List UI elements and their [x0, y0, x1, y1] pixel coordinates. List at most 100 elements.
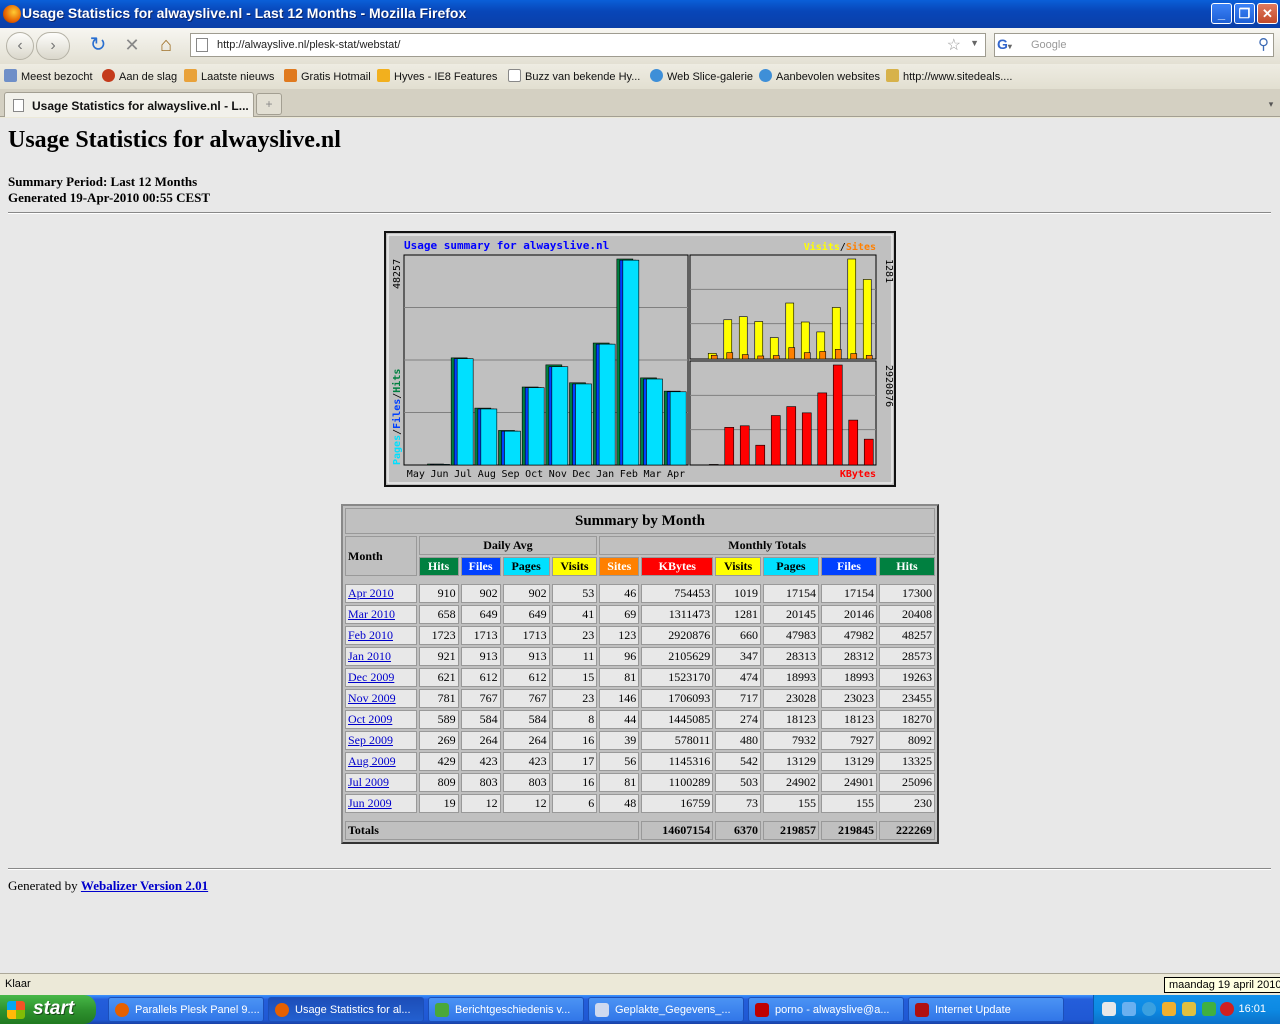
month-link[interactable]: Dec 2009: [348, 670, 394, 684]
new-tab-button[interactable]: +: [256, 93, 282, 115]
bookmark-item[interactable]: Laatste nieuws: [184, 69, 274, 83]
taskbar-item[interactable]: Berichtgeschiedenis v...: [428, 997, 584, 1022]
month-link[interactable]: Jun 2009: [348, 796, 392, 810]
table-cell: 1445085: [641, 710, 714, 729]
url-dropdown-icon[interactable]: ▼: [970, 38, 979, 48]
forward-button[interactable]: ›: [36, 32, 70, 60]
taskbar-item[interactable]: Usage Statistics for al...: [268, 997, 424, 1022]
table-cell: 902: [460, 584, 501, 603]
column-header-hits: Hits: [878, 557, 935, 576]
month-link[interactable]: Apr 2010: [348, 586, 394, 600]
help-icon[interactable]: [1102, 1002, 1116, 1016]
table-cell: 56: [599, 752, 640, 771]
google-search-engine-icon[interactable]: G▾: [997, 36, 1025, 54]
messenger-icon[interactable]: [1142, 1002, 1156, 1016]
table-cell: 23: [551, 626, 598, 645]
bookmark-item[interactable]: Buzz van bekende Hy...: [508, 69, 640, 83]
bookmark-item[interactable]: Aanbevolen websites: [759, 69, 880, 83]
antivirus-icon[interactable]: [1202, 1002, 1216, 1016]
month-link[interactable]: Sep 2009: [348, 733, 393, 747]
month-label: Jun: [430, 469, 448, 480]
bookmark-item[interactable]: Gratis Hotmail: [284, 69, 371, 83]
table-cell: 12: [502, 794, 550, 813]
bottom-right-panel-frame: [689, 360, 877, 466]
month-cell: Apr 2010: [345, 584, 417, 603]
page-icon: [13, 99, 24, 112]
top-right-max-label: 1281: [883, 259, 894, 283]
month-label: Jul: [454, 469, 472, 480]
table-cell: 20145: [762, 605, 819, 624]
table-cell: 913: [460, 647, 501, 666]
table-cell: 13325: [878, 752, 935, 771]
table-cell: 649: [460, 605, 501, 624]
search-bar[interactable]: G▾ Google ⚲: [994, 33, 1274, 57]
bar-pages: [646, 378, 663, 466]
tab-list-button[interactable]: ▾: [1264, 93, 1278, 115]
bookmark-item[interactable]: http://www.sitedeals....: [886, 69, 1012, 83]
table-cell: 18123: [762, 710, 819, 729]
bookmark-item[interactable]: Web Slice-galerie: [650, 69, 753, 83]
month-link[interactable]: Jan 2010: [348, 649, 391, 663]
reload-button[interactable]: ↻: [84, 32, 112, 60]
minimize-button[interactable]: _: [1211, 3, 1232, 24]
search-input[interactable]: Google: [1031, 39, 1066, 51]
table-cell: 717: [715, 689, 761, 708]
search-icon[interactable]: ⚲: [1258, 35, 1269, 53]
month-link[interactable]: Nov 2009: [348, 691, 396, 705]
daily-avg-header: Daily Avg: [418, 536, 598, 555]
taskbar-item[interactable]: Internet Update: [908, 997, 1064, 1022]
bar-kbytes: [739, 425, 750, 466]
taskbar-item[interactable]: porno - alwayslive@a...: [748, 997, 904, 1022]
table-cell: 155: [762, 794, 819, 813]
table-cell: 16: [551, 731, 598, 750]
url-bar[interactable]: http://alwayslive.nl/plesk-stat/webstat/…: [190, 33, 986, 57]
month-link[interactable]: Oct 2009: [348, 712, 392, 726]
table-cell: 274: [715, 710, 761, 729]
bookmark-item[interactable]: Aan de slag: [102, 69, 177, 83]
month-link[interactable]: Aug 2009: [348, 754, 396, 768]
close-button[interactable]: ✕: [1257, 3, 1278, 24]
start-button[interactable]: start: [0, 995, 96, 1024]
table-cell: 7927: [820, 731, 877, 750]
bar-sites: [757, 355, 765, 360]
table-cell: 2920876: [641, 626, 714, 645]
month-link[interactable]: Feb 2010: [348, 628, 393, 642]
back-button[interactable]: ‹: [6, 32, 34, 60]
top-right-panel: [689, 254, 877, 360]
filezilla-icon: [755, 1003, 769, 1017]
bookmark-item[interactable]: Hyves - IE8 Features: [377, 69, 497, 83]
table-cell: 612: [502, 668, 550, 687]
table-cell: 542: [715, 752, 761, 771]
kbytes-legend: KBytes: [840, 469, 876, 480]
url-text[interactable]: http://alwayslive.nl/plesk-stat/webstat/: [217, 39, 400, 51]
taskbar-item[interactable]: Parallels Plesk Panel 9....: [108, 997, 264, 1022]
msn-icon: [284, 69, 297, 82]
totals-cell: 6370: [715, 821, 761, 840]
webalizer-link[interactable]: Webalizer Version 2.01: [81, 878, 208, 893]
table-cell: 7932: [762, 731, 819, 750]
network-icon[interactable]: [1122, 1002, 1136, 1016]
table-row: Jul 2009 809 803 803 16 81 1100289 503 24902 2490…: [345, 773, 935, 792]
maximize-button[interactable]: ❐: [1234, 3, 1255, 24]
bookmark-star-icon[interactable]: ☆: [947, 35, 961, 55]
month-link[interactable]: Mar 2010: [348, 607, 395, 621]
bottom-right-panel: [689, 360, 877, 466]
system-tray: 16:01: [1093, 995, 1280, 1024]
totals-cell: 219845: [820, 821, 877, 840]
tab-usage-statistics[interactable]: Usage Statistics for alwayslive.nl - L..…: [4, 92, 254, 117]
home-button[interactable]: ⌂: [152, 32, 180, 60]
taskbar-item[interactable]: Geplakte_Gegevens_...: [588, 997, 744, 1022]
table-cell: 767: [502, 689, 550, 708]
firefox-icon: [102, 69, 115, 82]
shield-icon[interactable]: [1182, 1002, 1196, 1016]
stop-button[interactable]: ✕: [118, 32, 146, 60]
left-y-axis-label: Pages/Files/Hits: [391, 369, 403, 465]
table-cell: 20408: [878, 605, 935, 624]
security-icon[interactable]: [1162, 1002, 1176, 1016]
table-cell: 47982: [820, 626, 877, 645]
bookmark-item[interactable]: Meest bezocht: [4, 69, 93, 83]
table-cell: 902: [502, 584, 550, 603]
table-cell: 1100289: [641, 773, 714, 792]
warning-icon[interactable]: [1220, 1002, 1234, 1016]
month-link[interactable]: Jul 2009: [348, 775, 389, 789]
